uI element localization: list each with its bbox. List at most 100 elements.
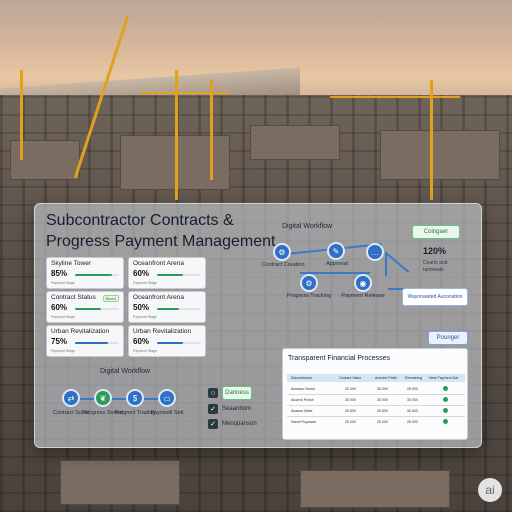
table-cell: 25 000 xyxy=(407,387,418,391)
workflow-title: Digital Workflow xyxy=(282,223,333,230)
checklist-item[interactable]: ○ Danoess xyxy=(208,386,252,400)
progress-bar xyxy=(75,342,119,344)
financial-table: Transparent Financial Processes Subconta… xyxy=(282,348,468,440)
chat-icon[interactable]: … xyxy=(366,243,384,261)
divider xyxy=(287,416,465,417)
checkbox[interactable]: ○ xyxy=(208,388,218,398)
project-card[interactable]: Oceanfront Arena 60% Payment Stage xyxy=(128,257,206,289)
table-cell: 25 000 xyxy=(377,420,388,424)
project-card[interactable]: Urban Revitalization 75% Payment Stage xyxy=(46,325,124,357)
card-name: Oceanfront Arena xyxy=(133,294,184,301)
table-cell: 25 000 xyxy=(345,387,356,391)
ai-watermark: ai xyxy=(478,478,502,502)
workflow-step-label: Approval xyxy=(326,261,348,267)
table-cell: 35 000 xyxy=(377,398,388,402)
table-cell: 35 000 xyxy=(407,398,418,402)
card-subtitle: Payment Stage xyxy=(51,349,75,353)
project-card[interactable]: Contract Status Bleed 60% Payment Stage xyxy=(46,291,124,323)
card-name: Oceanfront Arena xyxy=(133,260,184,267)
page-title: Subcontractor Contracts & Progress Payme… xyxy=(46,212,276,250)
progress-fill xyxy=(75,308,102,310)
crane xyxy=(175,70,178,200)
table-cell: Alcarvk Pulise xyxy=(291,398,314,402)
link-icon[interactable]: ⇄ xyxy=(62,389,80,407)
configure-button[interactable]: Coingaer xyxy=(412,225,460,239)
status-dot xyxy=(443,397,448,402)
progress-bar xyxy=(157,274,201,276)
connector xyxy=(385,252,387,276)
column-header: Cectant Value xyxy=(339,376,362,380)
card-name: Urban Revitalization xyxy=(133,328,192,335)
table-cell: 30 600 xyxy=(407,409,418,413)
checklist-label: Danoess xyxy=(222,386,252,400)
building-block xyxy=(60,460,180,505)
crane xyxy=(210,80,213,180)
checklist-item[interactable]: ✓ Menopanson xyxy=(208,419,257,429)
table-cell: 35 000 xyxy=(345,398,356,402)
progress-fill xyxy=(75,342,108,344)
column-header: Remaining xyxy=(405,376,423,380)
crane-jib xyxy=(330,96,460,98)
status-dot xyxy=(443,408,448,413)
workflow-step-label: Contract Creation xyxy=(261,262,305,268)
crane xyxy=(430,80,433,200)
table-cell: Aneasur Nonur xyxy=(291,387,316,391)
project-card[interactable]: Oceanfront Arena 50% Payment Stage xyxy=(128,291,206,323)
divider xyxy=(287,394,465,395)
progress-fill xyxy=(157,274,184,276)
check-icon[interactable]: ✓ xyxy=(208,419,218,429)
progress-bar xyxy=(157,308,201,310)
column-header: Aumeet Patid xyxy=(375,376,397,380)
table-cell: Anasou Wate xyxy=(291,409,313,413)
stat-caption: Cearts and Ianmeats xyxy=(423,260,448,273)
table-cell: 35 000 xyxy=(377,387,388,391)
card-subtitle: Payment Stage xyxy=(51,281,75,285)
checklist-label: Menopanson xyxy=(222,421,257,427)
status-dot xyxy=(443,419,448,424)
column-header: Subcontactor xyxy=(291,376,313,380)
workflow-title: Digital Workflow xyxy=(100,368,151,375)
check-icon[interactable]: ✓ xyxy=(208,404,218,414)
project-card[interactable]: Urban Revitalization 60% Payment Stage xyxy=(128,325,206,357)
table-cell: 30 600 xyxy=(377,409,388,413)
card-icon[interactable]: ▭ xyxy=(158,389,176,407)
checklist-label: Seaanbom xyxy=(222,406,252,412)
card-subtitle: Payment Stage xyxy=(133,281,157,285)
pen-icon[interactable]: ✎ xyxy=(327,242,345,260)
project-card[interactable]: Skyline Tower 85% Payment Stage xyxy=(46,257,124,289)
card-subtitle: Payment Stage xyxy=(51,315,75,319)
status-badge: Bleed xyxy=(102,295,119,302)
automated-automation-button[interactable]: Wayonwated Auconation xyxy=(402,288,468,306)
crane xyxy=(20,70,23,160)
progress-bar xyxy=(157,342,201,344)
workflow-step-label: Progress Tracking xyxy=(286,293,332,299)
progress-fill xyxy=(75,274,113,276)
table-title: Transparent Financial Processes xyxy=(288,355,391,362)
connector xyxy=(70,398,170,400)
gear-icon[interactable]: ⚙ xyxy=(273,243,291,261)
column-header: Nest Payment Dat xyxy=(429,376,459,380)
card-name: Urban Revitalization xyxy=(51,328,110,335)
checklist-item[interactable]: ✓ Seaanbom xyxy=(208,404,251,414)
progress-bar xyxy=(75,308,119,310)
status-dot xyxy=(443,386,448,391)
workflow-step-label: Paynwell Seti xyxy=(150,410,184,416)
building-block xyxy=(300,470,450,508)
crane-jib xyxy=(140,92,230,94)
table-cell: 25 000 xyxy=(407,420,418,424)
card-subtitle: Payment Stage xyxy=(133,315,157,319)
table-cell: Nanel Ruyowan xyxy=(291,420,317,424)
chat-icon[interactable]: ◉ xyxy=(354,274,372,292)
building-block xyxy=(380,130,500,180)
workflow-step-label: Payment Release xyxy=(341,293,385,299)
progress-bar xyxy=(75,274,119,276)
gear-icon[interactable]: ⚙ xyxy=(300,274,318,292)
table-cell: 30 600 xyxy=(345,409,356,413)
pointer-button[interactable]: Pounger xyxy=(428,331,468,345)
building-block xyxy=(250,125,340,160)
leaf-icon[interactable]: ❦ xyxy=(94,389,112,407)
card-subtitle: Payment Stage xyxy=(133,349,157,353)
progress-fill xyxy=(157,308,179,310)
divider xyxy=(287,405,465,406)
dollar-icon[interactable]: $ xyxy=(126,389,144,407)
